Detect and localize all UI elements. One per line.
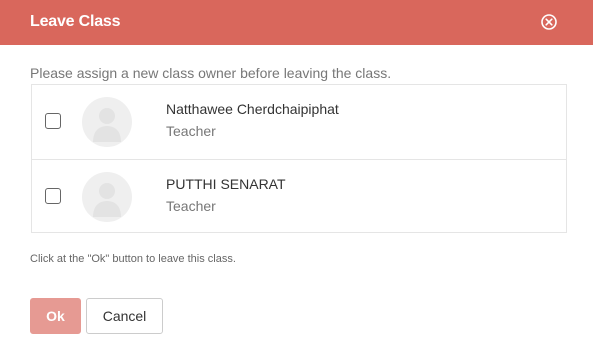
default-user-icon (93, 108, 121, 142)
member-name: Natthawee Cherdchaipiphat (166, 101, 339, 117)
member-name: PUTTHI SENARAT (166, 176, 286, 192)
avatar (82, 97, 132, 147)
member-checkbox[interactable] (45, 113, 61, 129)
member-row[interactable]: Natthawee Cherdchaipiphat Teacher (32, 85, 566, 159)
member-list: Natthawee Cherdchaipiphat Teacher PUTTHI… (31, 84, 567, 233)
ok-button[interactable]: Ok (30, 298, 81, 334)
close-icon[interactable] (540, 13, 558, 31)
cancel-button[interactable]: Cancel (86, 298, 163, 334)
instruction-text: Please assign a new class owner before l… (30, 65, 392, 81)
footnote-text: Click at the "Ok" button to leave this c… (30, 253, 236, 265)
avatar (82, 172, 132, 222)
default-user-icon (93, 183, 121, 217)
dialog-header: Leave Class (0, 0, 593, 45)
dialog-title: Leave Class (30, 13, 121, 30)
member-checkbox[interactable] (45, 188, 61, 204)
leave-class-dialog: Leave Class Please assign a new class ow… (0, 0, 593, 363)
member-role: Teacher (166, 123, 216, 139)
member-row[interactable]: PUTTHI SENARAT Teacher (32, 159, 566, 234)
member-role: Teacher (166, 198, 216, 214)
